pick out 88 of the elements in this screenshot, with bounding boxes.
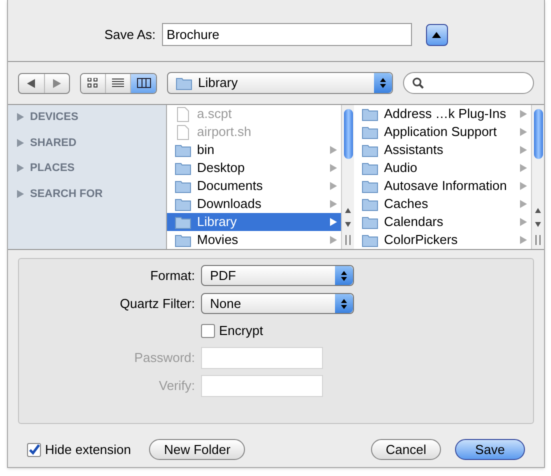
file-browser-row[interactable]: Calendars <box>354 213 531 231</box>
column-view-icon <box>136 78 150 88</box>
disclosure-arrow-icon <box>520 110 527 118</box>
option-label: Quartz Filter: <box>118 295 195 314</box>
option-label: Password: <box>133 349 195 368</box>
disclosure-arrow-icon <box>520 146 527 154</box>
folder-icon <box>176 76 192 90</box>
back-arrow-icon[interactable] <box>27 78 36 88</box>
folder-icon <box>175 234 191 246</box>
disclosure-arrow-icon <box>520 128 527 136</box>
disclosure-arrow-icon <box>520 182 527 190</box>
option-label: Format: <box>149 267 195 286</box>
file-browser-row[interactable]: Audio <box>354 159 531 177</box>
location-popup[interactable]: Library <box>167 72 393 94</box>
folder-icon <box>175 198 191 210</box>
file-browser-row[interactable]: bin <box>167 141 341 159</box>
list-view-icon <box>112 78 124 88</box>
disclosure-arrow-icon <box>330 164 337 172</box>
folder-icon <box>175 180 191 192</box>
folder-icon <box>362 144 378 156</box>
collapse-button[interactable] <box>426 24 448 46</box>
view-mode-tab[interactable] <box>106 74 131 92</box>
view-mode-tab[interactable] <box>81 74 106 92</box>
disclosure-arrow-icon <box>520 218 527 226</box>
search-field[interactable] <box>403 72 534 94</box>
stepper-arrows-icon <box>374 73 392 93</box>
sidebar-section-heading[interactable]: DEVICES <box>30 109 78 126</box>
disclosure-arrow-icon <box>330 236 337 244</box>
disclosure-arrow-icon <box>330 200 337 208</box>
file-browser-row[interactable]: Address …k Plug-Ins <box>354 105 531 123</box>
popup-menu[interactable]: PDF <box>201 265 354 286</box>
column-resize-icon[interactable] <box>535 235 541 245</box>
stepper-arrows-icon <box>335 294 353 313</box>
file-browser-row[interactable]: ColorPickers <box>354 231 531 249</box>
sidebar-section-heading[interactable]: SEARCH FOR <box>30 186 103 202</box>
sidebar-section-heading[interactable]: PLACES <box>30 160 75 176</box>
save-as-label: Save As: <box>104 26 156 44</box>
disclosure-arrow-icon <box>330 182 337 190</box>
save-button[interactable]: Save <box>455 439 525 460</box>
disclosure-arrow-icon <box>520 200 527 208</box>
checkbox[interactable] <box>27 442 41 456</box>
up-triangle-icon <box>432 32 442 38</box>
view-mode-control[interactable] <box>80 72 157 94</box>
scrollbar[interactable] <box>531 105 544 249</box>
file-browser-row[interactable]: Caches <box>354 195 531 213</box>
option-label: Verify: <box>158 377 195 396</box>
filename-field[interactable]: Brochure <box>162 23 412 46</box>
folder-icon <box>362 126 378 138</box>
scroll-thumb[interactable] <box>344 109 352 159</box>
search-icon <box>412 77 424 89</box>
disclosure-arrow-icon <box>520 164 527 172</box>
scrollbar[interactable] <box>341 105 354 249</box>
hide-extension-label: Hide extension <box>45 440 131 459</box>
view-mode-tab[interactable] <box>131 74 156 92</box>
checkbox[interactable] <box>201 324 215 338</box>
file-browser-row[interactable]: Application Support <box>354 123 531 141</box>
cancel-button[interactable]: Cancel <box>371 439 441 460</box>
file-browser-row[interactable]: Assistants <box>354 141 531 159</box>
popup-menu[interactable]: None <box>201 293 354 314</box>
folder-icon <box>175 216 191 228</box>
back-forward-control[interactable] <box>18 72 70 94</box>
disclosure-arrow-icon <box>330 146 337 154</box>
checkmark-icon <box>28 444 40 456</box>
forward-arrow-icon[interactable] <box>52 78 61 88</box>
document-icon <box>177 124 189 140</box>
folder-icon <box>362 216 378 228</box>
folder-icon <box>175 162 191 174</box>
stepper-arrows-icon <box>335 266 353 285</box>
file-browser-row[interactable]: Autosave Information <box>354 177 531 195</box>
sidebar-section-heading[interactable]: SHARED <box>30 134 76 151</box>
grid-view-icon <box>87 78 99 88</box>
folder-icon <box>362 234 378 246</box>
folder-icon <box>175 144 191 156</box>
folder-icon <box>362 198 378 210</box>
file-browser-row[interactable]: Downloads <box>167 195 341 213</box>
file-browser-row[interactable]: Desktop <box>167 159 341 177</box>
scroll-thumb[interactable] <box>534 109 542 159</box>
file-browser-row[interactable]: Documents <box>167 177 341 195</box>
file-browser-row[interactable]: Movies <box>167 231 341 249</box>
encrypt-label: Encrypt <box>219 322 264 340</box>
new-folder-button[interactable]: New Folder <box>149 439 246 460</box>
folder-icon <box>362 108 378 120</box>
column-resize-icon[interactable] <box>345 235 351 245</box>
folder-icon <box>362 180 378 192</box>
file-browser-row[interactable]: Library <box>167 213 341 231</box>
disclosure-arrow-icon <box>520 236 527 244</box>
disclosure-arrow-icon <box>330 218 337 226</box>
folder-icon <box>362 162 378 174</box>
